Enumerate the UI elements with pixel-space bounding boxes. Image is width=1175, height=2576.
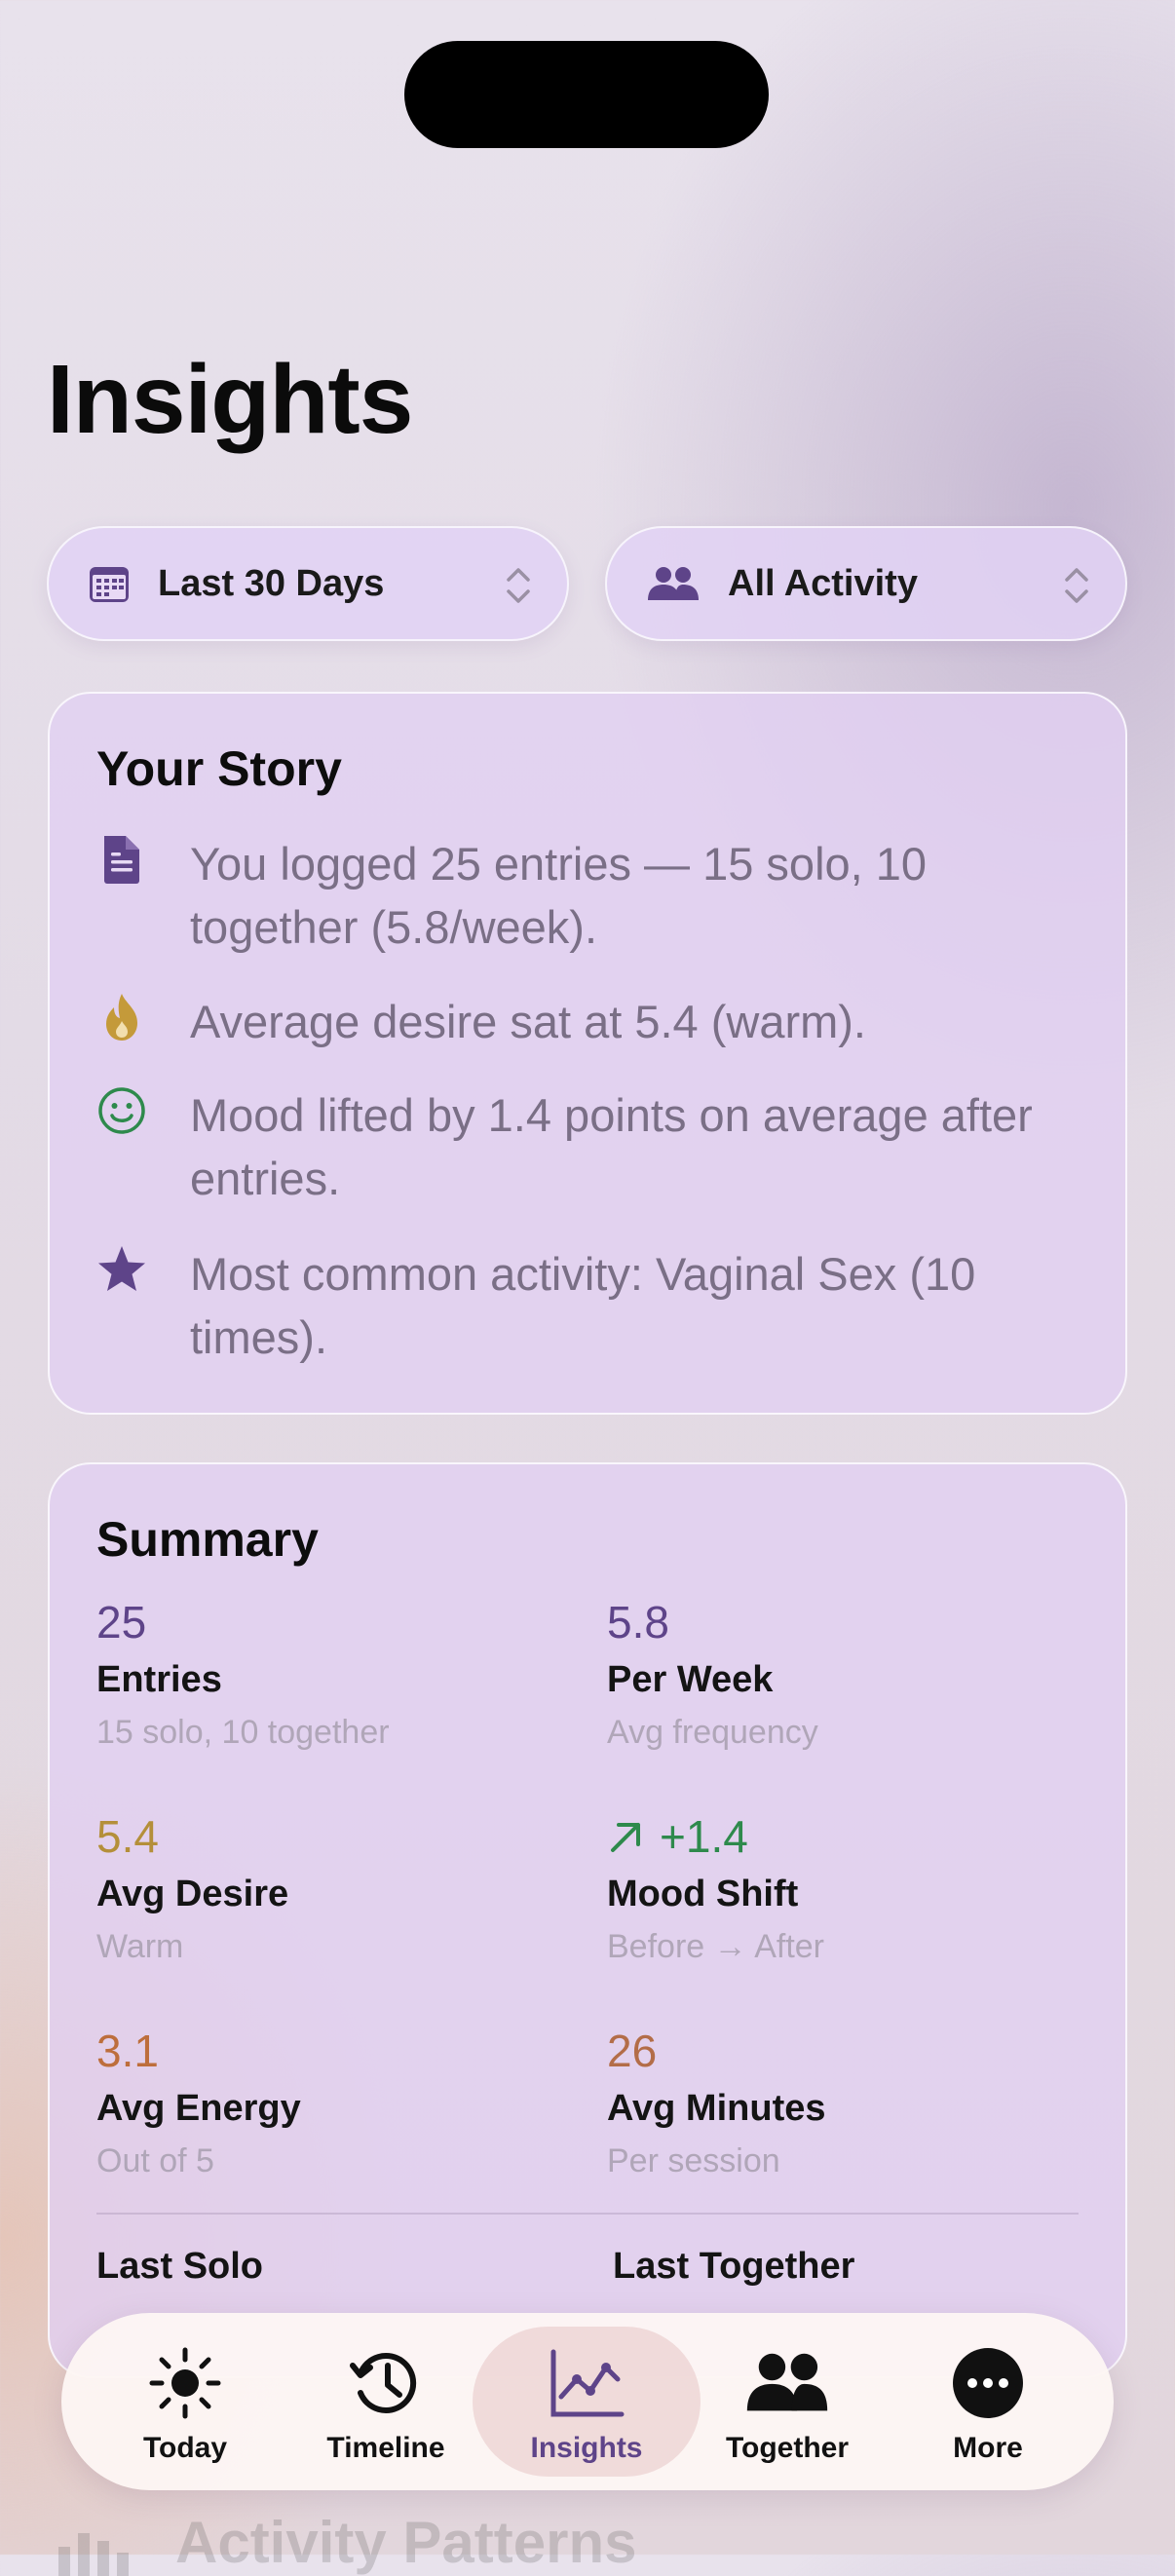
- stat-label: Avg Desire: [96, 1874, 289, 1914]
- stat-value: 3.1: [96, 2026, 159, 2076]
- tab-label: Today: [142, 2432, 228, 2464]
- stat-label: Avg Minutes: [607, 2088, 826, 2129]
- sun-icon: [143, 2344, 227, 2422]
- calendar-icon: [88, 562, 131, 605]
- stat-per-week: 5.8 Per Week Avg frequency: [607, 1595, 818, 1753]
- stat-label: Per Week: [607, 1659, 774, 1700]
- story-text: You logged 25 entries — 15 solo, 10 toge…: [190, 838, 928, 953]
- tab-together[interactable]: Together: [687, 2313, 888, 2490]
- stat-avg-minutes: 26 Avg Minutes Per session: [607, 2024, 826, 2181]
- activity-filter-picker[interactable]: All Activity: [605, 526, 1127, 641]
- stat-label: Entries: [96, 1659, 222, 1700]
- stat-value: 5.4: [96, 1811, 159, 1862]
- document-icon: [104, 836, 139, 884]
- ellipsis-circle-icon: [946, 2344, 1030, 2422]
- chevron-up-down-icon: [1065, 568, 1088, 603]
- stat-value: 5.8: [607, 1597, 669, 1648]
- card-title: Your Story: [96, 741, 342, 796]
- flame-icon: [106, 994, 137, 1041]
- your-story-card: Your Story You logged 25 entries — 15 so…: [48, 692, 1127, 1415]
- tab-bar: Today Timeline Insights Together More: [61, 2313, 1114, 2490]
- clock-history-icon: [344, 2344, 428, 2422]
- stat-label: Last Together: [613, 2246, 855, 2287]
- activity-filter-label: All Activity: [728, 562, 918, 604]
- stat-label: Last Solo: [96, 2246, 264, 2287]
- tab-today[interactable]: Today: [85, 2313, 285, 2490]
- page-title: Insights: [47, 345, 413, 454]
- stat-sub: Out of 5: [96, 2142, 214, 2179]
- story-text: Mood lifted by 1.4 points on average aft…: [190, 1089, 1033, 1204]
- stat-sub: Warm: [96, 1928, 184, 1965]
- card-title: Summary: [96, 1512, 319, 1567]
- stat-mood-shift: +1.4 Mood Shift Before → After: [607, 1809, 824, 1967]
- tab-label: More: [953, 2432, 1023, 2464]
- dynamic-island: [404, 41, 769, 148]
- stat-sub: Before → After: [607, 1928, 824, 1965]
- stat-value: 25: [96, 1597, 147, 1648]
- arrow-up-right-icon: [611, 1823, 640, 1852]
- smiley-icon: [98, 1087, 145, 1134]
- stat-sub: Avg frequency: [607, 1714, 818, 1751]
- story-item: You logged 25 entries — 15 solo, 10 toge…: [96, 832, 1071, 959]
- divider: [96, 2213, 1079, 2215]
- story-item: Average desire sat at 5.4 (warm).: [96, 990, 1071, 1053]
- stat-label: Mood Shift: [607, 1874, 799, 1914]
- stat-avg-energy: 3.1 Avg Energy Out of 5: [96, 2024, 301, 2181]
- stat-sub: Per session: [607, 2142, 780, 2179]
- people-icon: [745, 2344, 829, 2422]
- stat-avg-desire: 5.4 Avg Desire Warm: [96, 1809, 288, 1967]
- stat-entries: 25 Entries 15 solo, 10 together: [96, 1595, 390, 1753]
- stat-value-row: +1.4: [607, 1809, 824, 1864]
- tab-timeline[interactable]: Timeline: [285, 2313, 486, 2490]
- summary-card: Summary 25 Entries 15 solo, 10 together …: [48, 1462, 1127, 2378]
- date-range-picker[interactable]: Last 30 Days: [47, 526, 569, 641]
- tab-label: Timeline: [326, 2432, 445, 2464]
- people-icon: [646, 562, 701, 605]
- star-icon: [98, 1246, 145, 1291]
- date-range-label: Last 30 Days: [158, 562, 385, 604]
- story-text: Average desire sat at 5.4 (warm).: [190, 996, 866, 1047]
- tab-more[interactable]: More: [888, 2313, 1088, 2490]
- tab-label: Together: [725, 2432, 850, 2464]
- tab-label: Insights: [530, 2432, 643, 2464]
- stat-value: 26: [607, 2026, 658, 2076]
- last-solo: Last Solo: [96, 2244, 263, 2289]
- activity-patterns-header: Activity Patterns: [58, 2509, 637, 2576]
- stat-sub: 15 solo, 10 together: [96, 1714, 390, 1751]
- story-item: Mood lifted by 1.4 points on average aft…: [96, 1083, 1071, 1210]
- line-chart-icon: [545, 2344, 628, 2422]
- tab-insights[interactable]: Insights: [486, 2313, 687, 2490]
- stat-value: +1.4: [660, 1811, 748, 1862]
- story-text: Most common activity: Vaginal Sex (10 ti…: [190, 1248, 976, 1363]
- section-title: Activity Patterns: [175, 2510, 637, 2575]
- last-together: Last Together: [613, 2244, 854, 2289]
- bar-chart-icon: [58, 2533, 129, 2576]
- chevron-up-down-icon: [507, 568, 530, 603]
- stat-label: Avg Energy: [96, 2088, 301, 2129]
- story-item: Most common activity: Vaginal Sex (10 ti…: [96, 1242, 1071, 1369]
